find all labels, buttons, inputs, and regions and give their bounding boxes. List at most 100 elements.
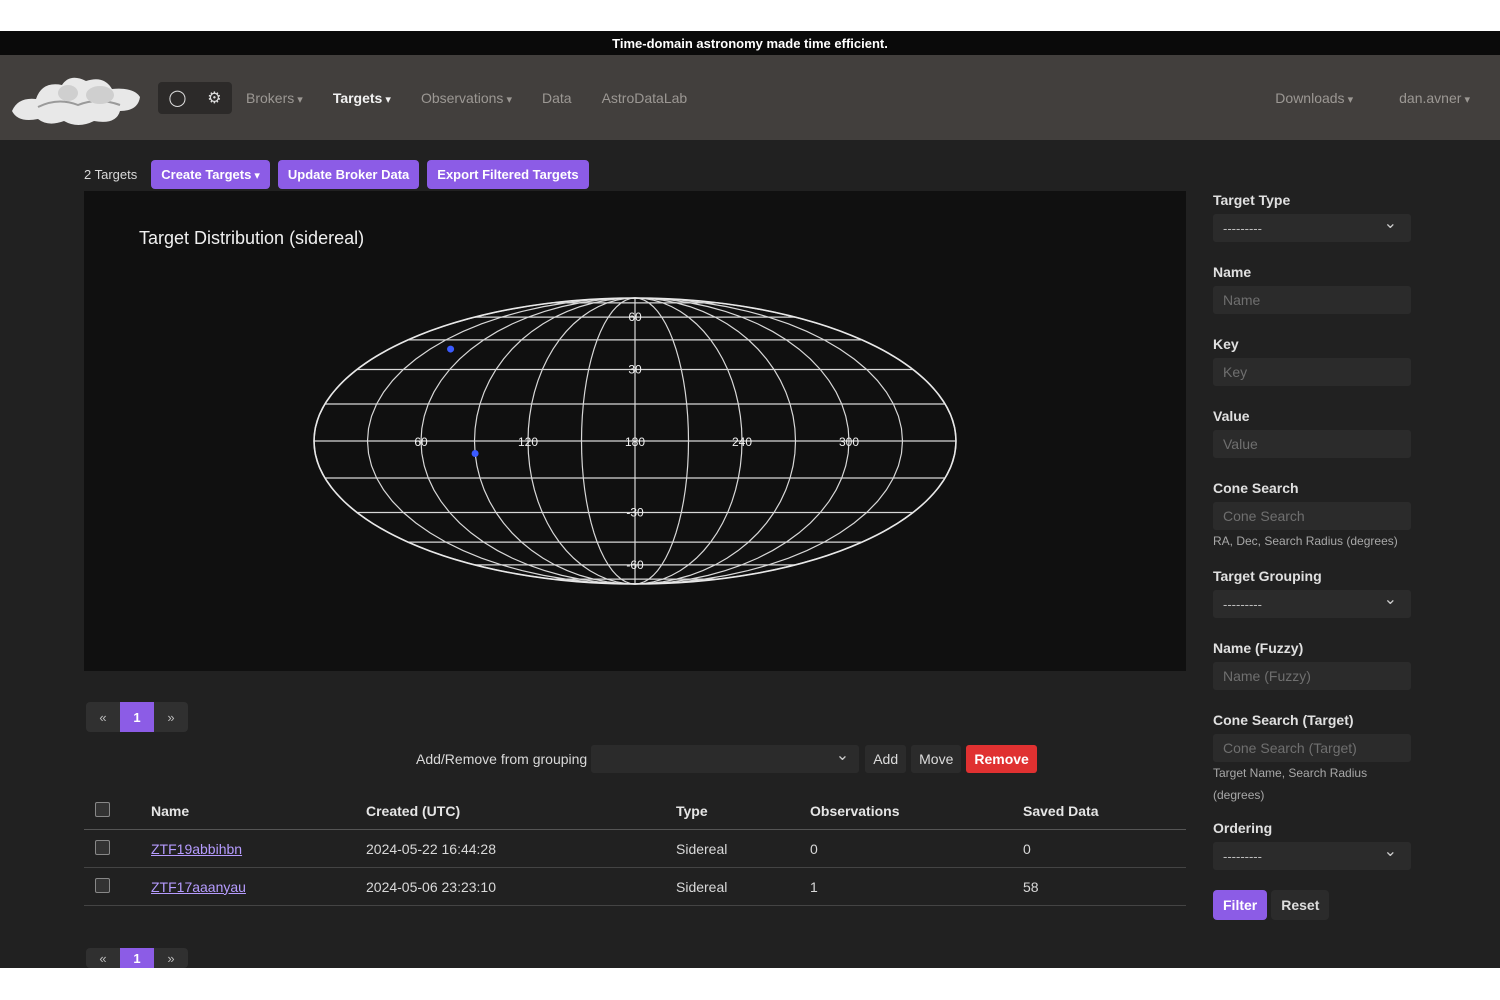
remove-from-group-button[interactable]: Remove <box>966 745 1037 773</box>
cone-search-input[interactable]: Cone Search <box>1213 502 1411 530</box>
filter-target-grouping: Target Grouping --------- <box>1213 568 1411 618</box>
target-link[interactable]: ZTF19abbihbn <box>151 841 242 857</box>
row-checkbox[interactable] <box>95 877 110 893</box>
name-input[interactable]: Name <box>1213 286 1411 314</box>
export-filtered-targets-button[interactable]: Export Filtered Targets <box>427 159 589 189</box>
target-toolbar: 2 Targets Create Targets Update Broker D… <box>84 158 1186 190</box>
cone-search-target-input[interactable]: Cone Search (Target) <box>1213 734 1411 762</box>
page-current[interactable]: 1 <box>120 702 154 732</box>
banner-text: Time-domain astronomy made time efficien… <box>612 35 888 51</box>
target-name-cell: ZTF17aaanyau <box>150 867 365 906</box>
announcement-banner: Time-domain astronomy made time efficien… <box>0 31 1500 55</box>
reset-button[interactable]: Reset <box>1271 890 1330 920</box>
col-saved-data[interactable]: Saved Data <box>1022 793 1186 830</box>
col-name[interactable]: Name <box>150 793 365 830</box>
col-created[interactable]: Created (UTC) <box>365 793 675 830</box>
target-type-select[interactable]: --------- <box>1213 213 1411 242</box>
ordering-select[interactable]: --------- <box>1213 841 1411 870</box>
page-next[interactable]: » <box>154 948 188 968</box>
row-checkbox[interactable] <box>95 839 110 855</box>
ra-tick-label: 60 <box>414 435 428 449</box>
created-cell: 2024-05-06 23:23:10 <box>365 867 675 906</box>
grouping-select[interactable] <box>591 745 860 773</box>
saved-data-cell: 0 <box>1022 829 1186 868</box>
dec-tick-label: -30 <box>626 506 644 520</box>
cone-search-help: RA, Dec, Search Radius (degrees) <box>1213 534 1398 548</box>
type-cell: Sidereal <box>675 867 809 906</box>
pagination-bottom: « 1 » <box>86 948 188 968</box>
target-distribution-plot[interactable]: Target Distribution (sidereal) 60 120 180 2… <box>84 191 1186 671</box>
table-row: ZTF17aaanyau 2024-05-06 23:23:10 Siderea… <box>84 867 1186 906</box>
row-select-cell <box>84 867 150 906</box>
add-to-group-button[interactable]: Add <box>865 745 907 773</box>
col-observations[interactable]: Observations <box>809 793 1022 830</box>
table-header-row: Name Created (UTC) Type Observations Sav… <box>84 793 1186 830</box>
target-link[interactable]: ZTF17aaanyau <box>151 879 246 895</box>
nav-right: Downloads dan.avner <box>1229 55 1470 140</box>
icon-button-group: ◯ ⚙ <box>158 82 232 114</box>
gear-icon[interactable]: ⚙ <box>207 88 221 108</box>
targets-table: Name Created (UTC) Type Observations Sav… <box>84 793 1186 906</box>
name-fuzzy-label: Name (Fuzzy) <box>1213 640 1304 656</box>
filter-actions: Filter Reset <box>1213 890 1411 920</box>
col-type[interactable]: Type <box>675 793 809 830</box>
nav-targets[interactable]: Targets <box>333 90 391 106</box>
page-next[interactable]: » <box>154 702 188 732</box>
type-cell: Sidereal <box>675 829 809 868</box>
filter-ordering: Ordering --------- <box>1213 820 1411 870</box>
filter-name: Name Name <box>1213 264 1411 314</box>
observations-cell: 0 <box>809 829 1022 868</box>
sky-map: 60 120 180 240 300 60 30 -30 -60 <box>313 297 957 585</box>
page-prev[interactable]: « <box>86 702 120 732</box>
value-input[interactable]: Value <box>1213 430 1411 458</box>
value-label: Value <box>1213 408 1250 424</box>
key-input[interactable]: Key <box>1213 358 1411 386</box>
filter-sidebar: Target Type --------- Name Name Key Key … <box>1213 160 1411 920</box>
create-targets-button[interactable]: Create Targets <box>151 159 270 189</box>
pagination-top: « 1 » <box>86 702 188 732</box>
target-point <box>447 345 455 353</box>
github-icon[interactable]: ◯ <box>168 88 186 108</box>
filter-cone-search: Cone Search Cone Search RA, Dec, Search … <box>1213 480 1411 552</box>
nav-user-menu[interactable]: dan.avner <box>1399 90 1470 106</box>
target-list-main: 2 Targets Create Targets Update Broker D… <box>84 158 1186 732</box>
nav-data[interactable]: Data <box>542 90 572 106</box>
saved-data-cell: 58 <box>1022 867 1186 906</box>
filter-key: Key Key <box>1213 336 1411 386</box>
target-type-label: Target Type <box>1213 192 1291 208</box>
filter-target-type: Target Type --------- <box>1213 192 1411 242</box>
target-grouping-select[interactable]: --------- <box>1213 589 1411 618</box>
filter-cone-search-target: Cone Search (Target) Cone Search (Target… <box>1213 712 1411 806</box>
select-all-checkbox[interactable] <box>95 802 110 817</box>
page-prev[interactable]: « <box>86 948 120 968</box>
created-cell: 2024-05-22 16:44:28 <box>365 829 675 868</box>
nav-observations[interactable]: Observations <box>421 90 512 106</box>
move-to-group-button[interactable]: Move <box>911 745 962 773</box>
filter-button[interactable]: Filter <box>1213 890 1268 920</box>
nav-downloads[interactable]: Downloads <box>1275 90 1353 106</box>
target-name-cell: ZTF19abbihbn <box>150 829 365 868</box>
tom-logo-icon[interactable] <box>8 67 143 129</box>
observations-cell: 1 <box>809 867 1022 906</box>
update-broker-data-button[interactable]: Update Broker Data <box>277 159 420 189</box>
filter-value: Value Value <box>1213 408 1411 458</box>
nav-brokers[interactable]: Brokers <box>246 90 303 106</box>
cone-search-target-help: Target Name, Search Radius (degrees) <box>1213 766 1368 802</box>
page-current[interactable]: 1 <box>120 948 154 968</box>
ra-tick-label: 120 <box>518 435 538 449</box>
target-grouping-label: Target Grouping <box>1213 568 1322 584</box>
dec-tick-label: 60 <box>628 310 642 324</box>
name-label: Name <box>1213 264 1252 280</box>
name-fuzzy-input[interactable]: Name (Fuzzy) <box>1213 662 1411 690</box>
navbar: ◯ ⚙ Brokers Targets Observations Data As… <box>0 55 1500 140</box>
cone-search-target-label: Cone Search (Target) <box>1213 712 1354 728</box>
ordering-label: Ordering <box>1213 820 1273 836</box>
cone-search-label: Cone Search <box>1213 480 1299 496</box>
dec-tick-label: -60 <box>626 558 644 572</box>
ra-tick-label: 180 <box>625 435 645 449</box>
select-all-cell <box>84 793 150 830</box>
target-count: 2 Targets <box>84 166 138 182</box>
target-point <box>471 449 479 457</box>
row-select-cell <box>84 829 150 868</box>
nav-astrodatalab[interactable]: AstroDataLab <box>602 90 688 106</box>
